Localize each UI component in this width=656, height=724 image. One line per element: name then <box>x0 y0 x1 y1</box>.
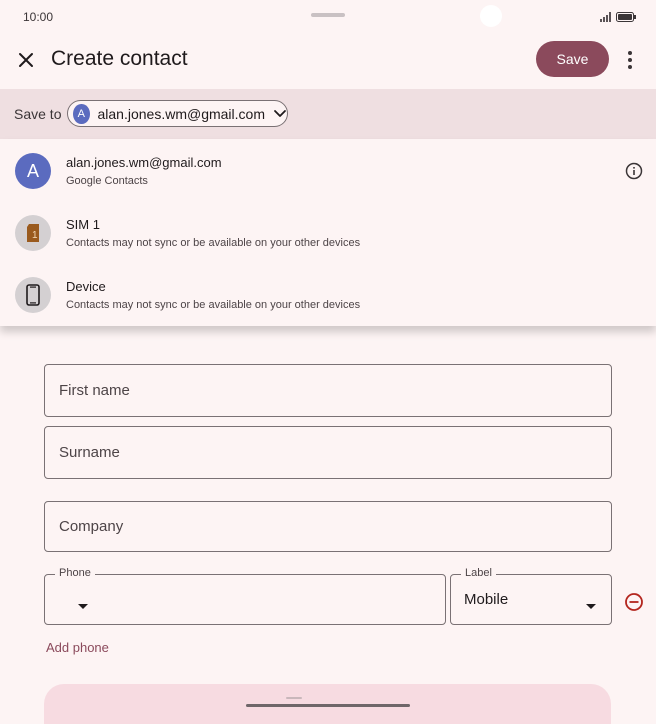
surname-field[interactable]: Surname <box>44 426 612 479</box>
menu-item-title: Device <box>66 279 106 294</box>
menu-item-device[interactable]: Device Contacts may not sync or be avail… <box>0 263 656 325</box>
country-dropdown-icon[interactable] <box>77 597 89 615</box>
save-button[interactable]: Save <box>536 41 609 77</box>
menu-item-title: alan.jones.wm@gmail.com <box>66 155 222 170</box>
account-email: alan.jones.wm@gmail.com <box>97 105 266 122</box>
more-vert-icon <box>628 51 632 55</box>
info-icon[interactable] <box>625 162 643 185</box>
label-value: Mobile <box>464 591 509 608</box>
menu-item-subtitle: Contacts may not sync or be available on… <box>66 299 361 311</box>
phone-field-label: Phone <box>55 567 95 579</box>
svg-text:1: 1 <box>32 230 38 241</box>
menu-item-subtitle: Contacts may not sync or be available on… <box>66 237 361 249</box>
camera-cutout <box>480 5 502 27</box>
chevron-down-icon <box>585 597 597 615</box>
status-icons <box>600 11 636 23</box>
account-avatar: A <box>15 153 51 189</box>
surname-placeholder: Surname <box>59 444 120 461</box>
sim-card-icon: 1 <box>15 215 51 251</box>
label-field-label: Label <box>461 567 496 579</box>
first-name-placeholder: First name <box>59 382 130 399</box>
status-time: 10:00 <box>23 10 54 24</box>
page-title: Create contact <box>51 47 188 70</box>
close-icon <box>19 53 33 67</box>
account-selector-chip[interactable]: A alan.jones.wm@gmail.com <box>67 100 288 127</box>
chevron-down-icon <box>273 109 287 119</box>
home-indicator[interactable] <box>246 704 410 707</box>
menu-item-sim[interactable]: 1 SIM 1 Contacts may not sync or be avai… <box>0 201 656 263</box>
first-name-field[interactable]: First name <box>44 364 612 417</box>
add-phone-button[interactable]: Add phone <box>46 640 109 655</box>
company-field[interactable]: Company <box>44 501 612 552</box>
remove-phone-button[interactable] <box>624 592 644 617</box>
remove-circle-icon <box>625 593 643 611</box>
phone-device-icon <box>15 277 51 313</box>
account-menu: A alan.jones.wm@gmail.com Google Contact… <box>0 139 656 326</box>
phone-label-select[interactable]: Label Mobile <box>450 567 612 625</box>
menu-item-title: SIM 1 <box>66 217 100 232</box>
top-notch-pill <box>311 13 345 17</box>
phone-field[interactable]: Phone <box>44 567 446 625</box>
more-options-button[interactable] <box>620 47 640 73</box>
signal-icon <box>600 12 611 22</box>
save-to-label: Save to <box>14 106 62 122</box>
close-button[interactable] <box>12 46 40 74</box>
sheet-drag-handle[interactable] <box>286 697 302 699</box>
menu-item-subtitle: Google Contacts <box>66 175 148 187</box>
menu-item-google-account[interactable]: A alan.jones.wm@gmail.com Google Contact… <box>0 139 656 201</box>
account-avatar: A <box>73 103 90 124</box>
company-placeholder: Company <box>59 518 124 535</box>
battery-icon <box>616 12 636 22</box>
